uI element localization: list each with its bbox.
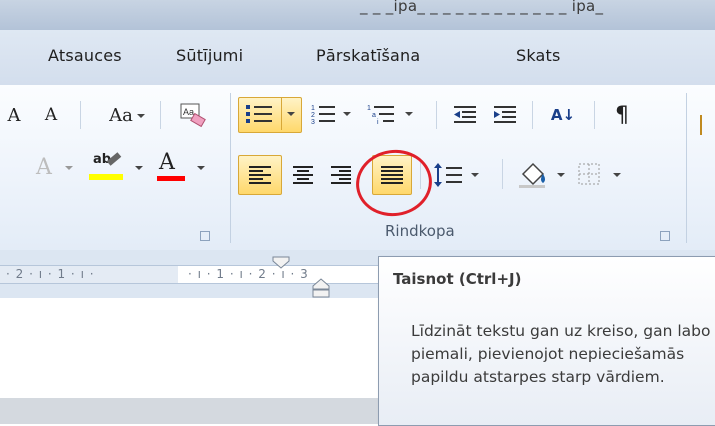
- chevron-down-icon: [557, 173, 565, 177]
- ruler-right-ticks: · ı · 1 · ı · 2 · ı · 3: [188, 267, 309, 281]
- increase-indent-button[interactable]: [486, 97, 524, 133]
- text-effects-label: A: [36, 154, 52, 180]
- increase-indent-icon: [494, 106, 516, 123]
- group-separator: [230, 93, 231, 243]
- decrease-indent-button[interactable]: [446, 97, 484, 133]
- tab-sutijumi[interactable]: Sūtījumi: [176, 46, 243, 65]
- chevron-down-icon: [135, 166, 143, 170]
- chevron-down-icon: [287, 112, 295, 116]
- shrink-font-label: A: [44, 105, 58, 125]
- separator: [436, 101, 437, 129]
- font-color-swatch: [157, 176, 185, 181]
- tab-skats[interactable]: Skats: [516, 46, 561, 65]
- hanging-indent-marker[interactable]: [312, 278, 330, 298]
- change-case-label: Aa: [109, 104, 133, 126]
- chevron-down-icon: [613, 173, 621, 177]
- svg-text:Aa: Aa: [183, 107, 194, 117]
- show-formatting-button[interactable]: ¶: [604, 97, 640, 133]
- numbering-button[interactable]: 1 2 3: [306, 97, 358, 133]
- tooltip-title: Taisnot (Ctrl+J): [393, 270, 522, 288]
- separator: [502, 159, 503, 189]
- decrease-indent-icon: [454, 106, 476, 123]
- font-color-button[interactable]: A: [152, 149, 214, 185]
- borders-icon: [578, 163, 600, 185]
- text-effects-button[interactable]: A: [24, 149, 78, 185]
- ruler-left-ticks: · 2 · ı · 1 · ı ·: [6, 267, 95, 281]
- numbered-list-icon: 1 2 3: [311, 105, 335, 126]
- font-color-label: A: [159, 150, 175, 175]
- first-line-indent-marker[interactable]: [272, 256, 290, 270]
- svg-text:1: 1: [367, 105, 371, 112]
- paint-bucket-icon: [519, 162, 545, 188]
- separator: [594, 101, 595, 129]
- paragraph-group-launcher[interactable]: [660, 231, 670, 241]
- tab-parskatisana[interactable]: Pārskatīšana: [316, 46, 420, 65]
- tooltip-body: Līdzināt tekstu gan uz kreiso, gan labo …: [411, 322, 711, 386]
- ribbon-tabs: Atsauces Sūtījumi Pārskatīšana Skats: [0, 30, 715, 85]
- line-spacing-icon: [434, 163, 462, 187]
- chevron-down-icon: [197, 166, 205, 170]
- window-title: _ _ _ipa_ _ _ _ _ _ _ _ _ _ _ _ ipa_: [360, 0, 604, 15]
- svg-text:2: 2: [311, 112, 315, 119]
- ribbon: A A Aa Aa A ab A 1 2 3 1 a i A↓ ¶: [0, 85, 715, 251]
- chevron-down-icon: [343, 112, 351, 116]
- highlight-button[interactable]: ab: [84, 149, 150, 185]
- borders-button[interactable]: [572, 155, 628, 195]
- chevron-down-icon: [65, 166, 73, 170]
- status-band: [0, 398, 380, 424]
- bullet-list-icon: [246, 105, 272, 123]
- chevron-down-icon: [471, 173, 479, 177]
- svg-text:a: a: [372, 112, 376, 119]
- paragraph-group-label: Rindkopa: [385, 222, 455, 240]
- multilevel-list-button[interactable]: 1 a i: [362, 97, 420, 133]
- pilcrow-icon: ¶: [615, 102, 629, 128]
- grow-font-button[interactable]: A: [0, 99, 28, 131]
- align-left-icon: [249, 164, 271, 186]
- align-right-icon: [331, 164, 351, 186]
- svg-text:1: 1: [311, 105, 315, 112]
- group-separator: [686, 93, 687, 243]
- align-left-button[interactable]: [238, 155, 282, 195]
- chevron-down-icon: [137, 114, 145, 118]
- separator: [80, 101, 81, 129]
- separator: [532, 101, 533, 129]
- ruler-margin: · 2 · ı · 1 · ı ·: [0, 266, 178, 283]
- bullets-button[interactable]: [238, 97, 302, 133]
- change-case-button[interactable]: Aa: [92, 99, 150, 131]
- multilevel-list-icon: 1 a i: [367, 105, 394, 126]
- chevron-down-icon: [405, 112, 413, 116]
- align-right-button[interactable]: [322, 155, 360, 195]
- align-center-button[interactable]: [284, 155, 322, 195]
- svg-text:3: 3: [311, 119, 315, 126]
- sort-icon: A↓: [550, 106, 576, 124]
- shading-button[interactable]: [512, 155, 570, 195]
- font-group-launcher[interactable]: [200, 231, 210, 241]
- styles-gallery-edge: [700, 115, 702, 135]
- tooltip: Taisnot (Ctrl+J) Līdzināt tekstu gan uz …: [378, 256, 715, 426]
- svg-text:i: i: [377, 119, 379, 126]
- highlighter-icon: ab: [89, 152, 123, 182]
- tab-atsauces[interactable]: Atsauces: [48, 46, 122, 65]
- align-center-icon: [293, 164, 313, 186]
- phonetic-button[interactable]: [0, 151, 18, 183]
- clear-formatting-icon: Aa: [180, 103, 206, 128]
- separator: [160, 101, 161, 129]
- line-spacing-button[interactable]: [428, 155, 486, 195]
- shrink-font-button[interactable]: A: [34, 99, 68, 131]
- title-bar: _ _ _ipa_ _ _ _ _ _ _ _ _ _ _ _ ipa_: [0, 0, 715, 30]
- sort-button[interactable]: A↓: [540, 97, 586, 133]
- grow-font-label: A: [7, 104, 21, 126]
- clear-formatting-button[interactable]: Aa: [172, 99, 214, 131]
